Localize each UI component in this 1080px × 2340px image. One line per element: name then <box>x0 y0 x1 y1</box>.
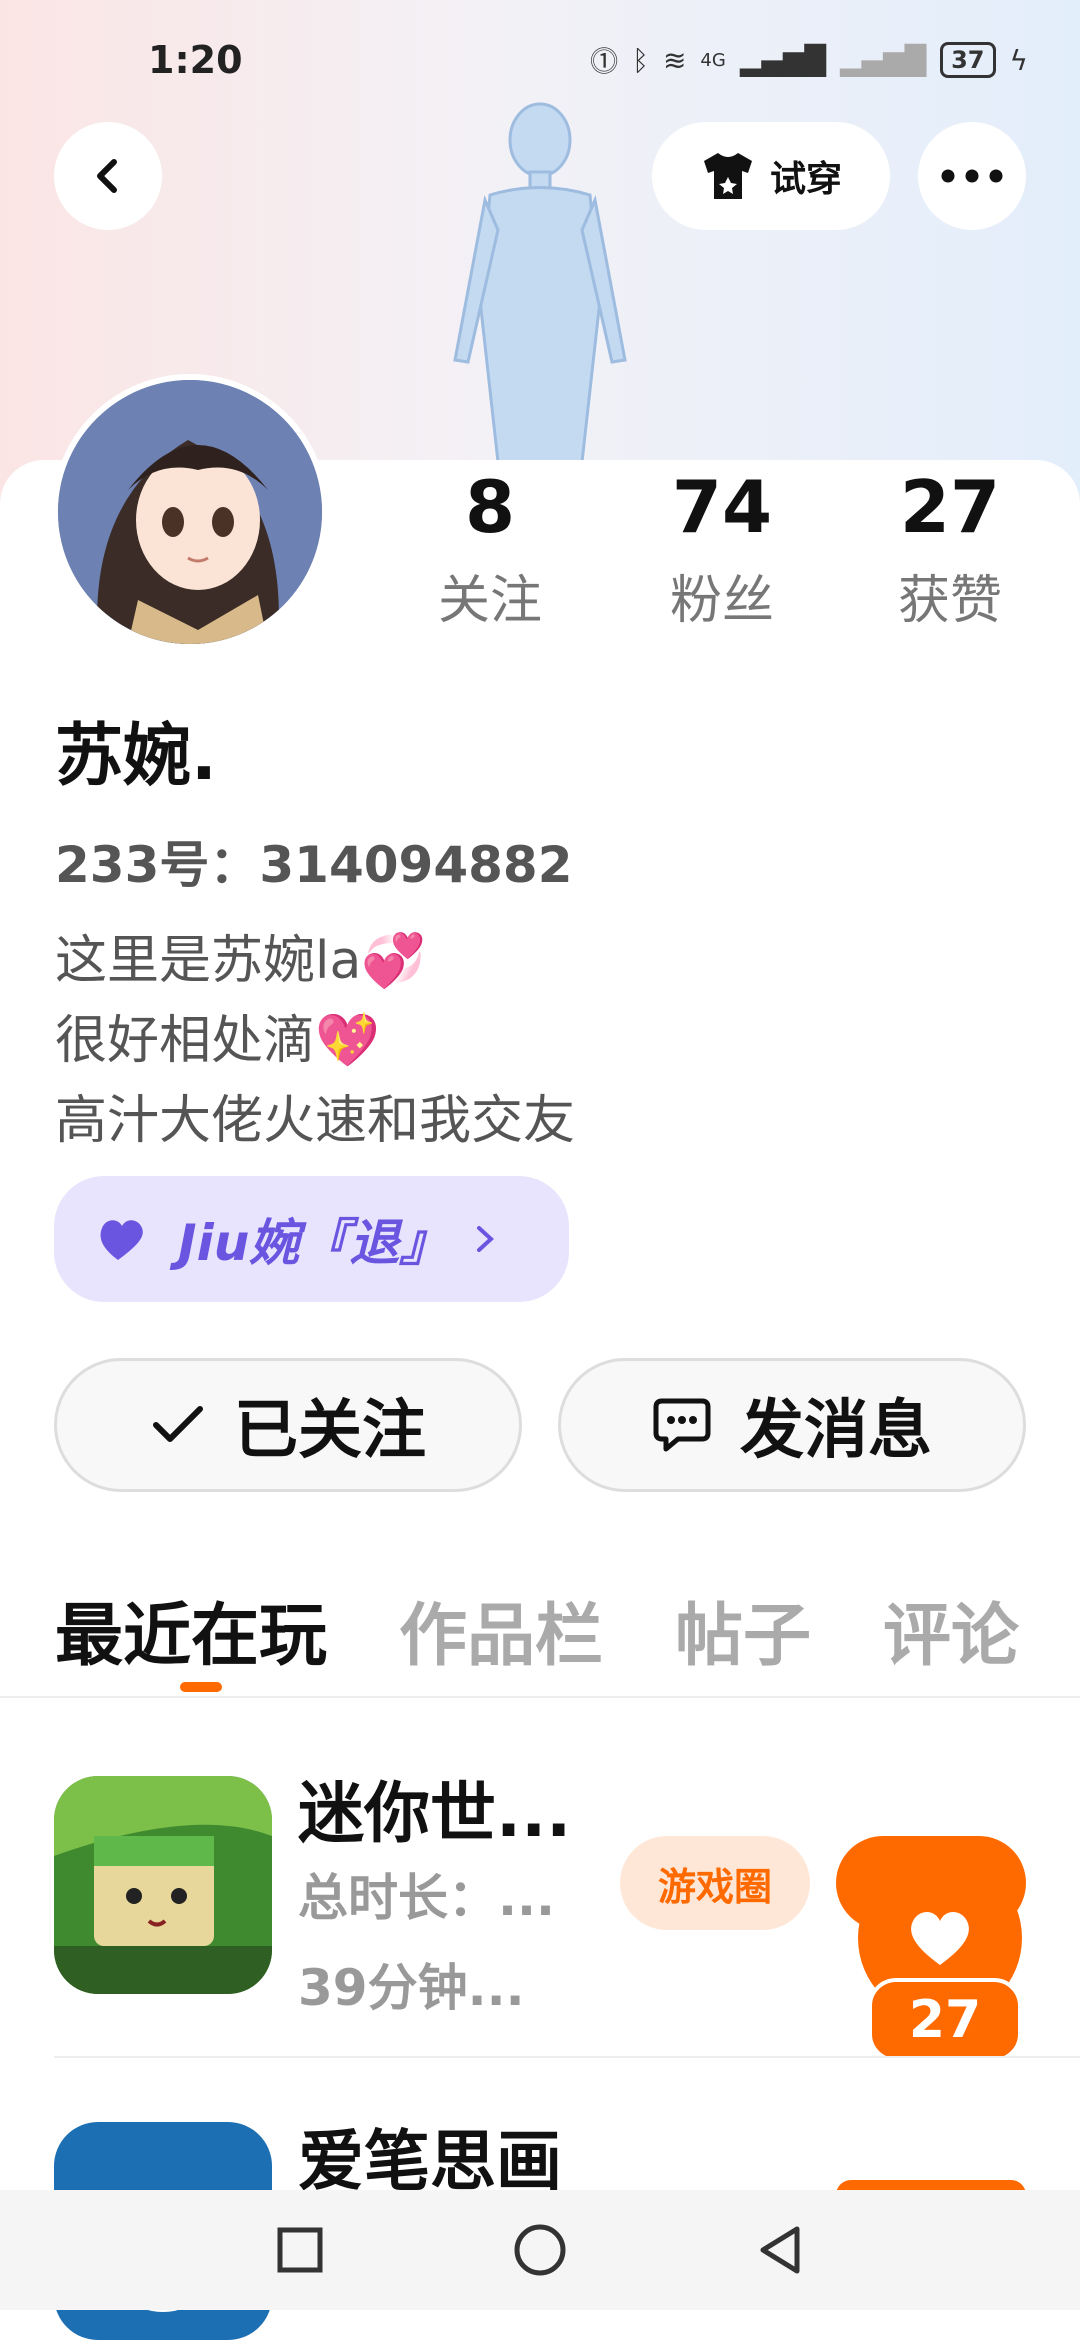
network-type: 4G <box>700 49 726 71</box>
home-circle-icon[interactable] <box>513 2223 567 2277</box>
charging-icon: ϟ <box>1009 43 1028 77</box>
bio-line: 很好相处滴💖 <box>55 998 380 1073</box>
tabs-divider <box>0 1696 1080 1698</box>
fan-group-badge[interactable]: Jiu婉『退』 <box>54 1176 569 1302</box>
chevron-left-icon <box>97 159 117 193</box>
avatar-image <box>58 380 322 644</box>
fan-badge-text: Jiu婉『退』 <box>178 1214 450 1272</box>
signal-icon: ▂▄▆█ <box>739 43 826 77</box>
tab-works[interactable]: 作品栏 <box>399 1580 603 1679</box>
signal-icon-secondary: ▂▄▆█ <box>839 43 927 77</box>
game-icon[interactable] <box>54 1776 272 1994</box>
game-total-time: 总时长：... <box>298 1869 555 1927</box>
avatar-figure-outline <box>453 102 627 480</box>
tab-comments[interactable]: 评论 <box>883 1580 1019 1679</box>
stat-number: 27 <box>899 465 1001 549</box>
back-button[interactable] <box>54 122 162 230</box>
back-triangle-icon[interactable] <box>757 2225 803 2275</box>
bio-text: 高汁大佬火速和我交友 <box>55 1091 576 1151</box>
stat-label: 关注 <box>437 571 542 631</box>
bio-text: 很好相处滴 <box>55 1011 316 1071</box>
game-circle-button[interactable]: 游戏圈 <box>620 1836 810 1930</box>
stat-label: 获赞 <box>897 571 1002 631</box>
list-divider <box>54 2056 1080 2058</box>
more-button[interactable] <box>918 122 1026 230</box>
heart-icon <box>100 1220 143 1260</box>
floating-like-count: 27 <box>868 1978 1022 2062</box>
chat-bubble-icon <box>653 1398 711 1452</box>
wifi-icon: ≋ <box>662 43 687 77</box>
stat-likes[interactable]: 27 获赞 <box>860 462 1040 633</box>
stat-label: 粉丝 <box>669 571 774 631</box>
recents-square-icon[interactable] <box>277 2227 323 2273</box>
heart-icon <box>911 1912 969 1965</box>
followed-label: 已关注 <box>234 1394 426 1468</box>
bluetooth-icon: ᛒ <box>632 43 649 77</box>
status-time: 1:20 <box>148 38 243 82</box>
sparkling-heart-emoji-icon: 💖 <box>315 1011 380 1071</box>
check-icon <box>153 1406 203 1442</box>
tshirt-icon <box>703 153 752 199</box>
try-on-button[interactable]: 试穿 <box>652 122 890 230</box>
try-on-label: 试穿 <box>769 159 842 200</box>
battery-indicator: 37 <box>940 42 996 78</box>
system-nav-bar <box>0 2190 1080 2310</box>
nfc-icon: ⓵ <box>590 45 619 78</box>
message-button[interactable]: 发消息 <box>558 1358 1026 1492</box>
status-bar: 1:20 ⓵ ᛒ ≋ 4G ▂▄▆█ ▂▄▆█ 37 ϟ <box>0 0 1080 110</box>
bio-line: 高汁大佬火速和我交友 <box>55 1078 575 1153</box>
bio-line: 这里是苏婉la💞 <box>55 918 426 993</box>
avatar[interactable] <box>52 374 328 650</box>
game-recent-time: 39分钟... <box>298 1959 525 2017</box>
followed-button[interactable]: 已关注 <box>54 1358 522 1492</box>
mini-world-game-icon <box>54 1776 272 1994</box>
game-name[interactable]: 迷你世... <box>298 1760 571 1856</box>
stat-following[interactable]: 8 关注 <box>400 462 580 633</box>
profile-tabs: 最近在玩 作品栏 帖子 评论 <box>55 1580 1019 1692</box>
stat-fans[interactable]: 74 粉丝 <box>632 462 812 633</box>
tab-recently-played[interactable]: 最近在玩 <box>55 1580 327 1692</box>
two-hearts-emoji-icon: 💞 <box>361 931 427 991</box>
stat-number: 74 <box>671 465 773 549</box>
bio-text: 这里是苏婉la <box>55 931 362 991</box>
chevron-right-icon <box>477 1226 495 1252</box>
stat-number: 8 <box>464 465 516 549</box>
more-dots-icon <box>941 169 1003 183</box>
status-icons: ⓵ ᛒ ≋ 4G ▂▄▆█ ▂▄▆█ 37 ϟ <box>590 40 1028 80</box>
profile-id[interactable]: 233号：314094882 <box>55 825 572 897</box>
message-label: 发消息 <box>740 1394 932 1468</box>
tab-posts[interactable]: 帖子 <box>675 1580 811 1679</box>
profile-name: 苏婉. <box>55 717 217 796</box>
